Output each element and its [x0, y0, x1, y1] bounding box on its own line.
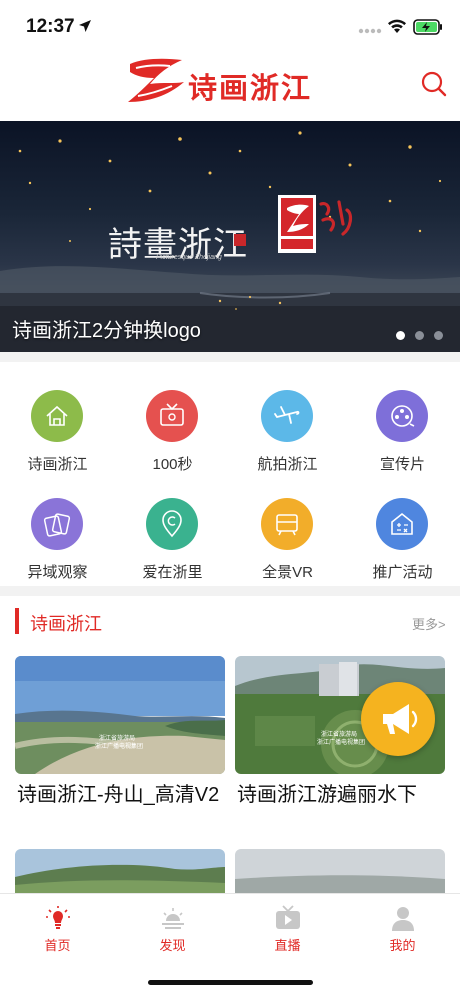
location-pin-icon	[146, 498, 198, 550]
grid-item-love-zhejiang[interactable]: 爱在浙里	[115, 470, 230, 581]
megaphone-icon	[383, 704, 418, 734]
grid-item-promotion[interactable]: 推广活动	[345, 470, 460, 581]
grid-item-overseas[interactable]: 异域观察	[0, 470, 115, 581]
house-icon	[31, 390, 83, 442]
red-seal-icon	[234, 234, 246, 246]
film-reel-icon	[376, 390, 428, 442]
video-thumbnail[interactable]	[15, 849, 225, 893]
signal-dots-icon	[358, 28, 382, 34]
tv-icon	[146, 390, 198, 442]
tab-home[interactable]: 首页	[0, 894, 115, 964]
grid-item-label: 异域观察	[27, 564, 88, 581]
app-title: 诗画浙江	[188, 73, 313, 105]
svg-text:浙江省旅游局: 浙江省旅游局	[321, 730, 357, 738]
zhejiang-tv-logo-icon	[278, 195, 353, 253]
video-card-title: 诗画浙江-舟山_高清V2	[17, 784, 220, 806]
carousel-dot[interactable]	[415, 331, 424, 340]
location-arrow-icon	[79, 20, 91, 32]
video-thumbnail: 浙江省旅游局 浙江广播电视集团	[15, 656, 225, 774]
grid-item-100s[interactable]: 100秒	[115, 362, 230, 473]
broadcast-fab-button[interactable]	[361, 682, 435, 756]
category-grid: 诗画浙江 100秒 航拍浙江 宣传片 异域观察 爱在浙里 全景VR 推广活动	[0, 362, 460, 586]
grid-item-vr[interactable]: 全景VR	[230, 470, 345, 581]
home-indicator[interactable]	[148, 980, 313, 985]
section-header: 诗画浙江 更多>	[0, 598, 460, 646]
grid-item-label: 全景VR	[262, 564, 313, 581]
airplane-icon	[261, 390, 313, 442]
cards-icon	[31, 498, 83, 550]
banner-carousel[interactable]: 詩畫浙江 Picturesque Zhejiang 诗画浙江2分钟换logo	[0, 121, 460, 352]
section-accent-bar	[15, 608, 19, 634]
grid-item-label: 推广活动	[372, 564, 433, 581]
grid-item-shihuazhejiang[interactable]: 诗画浙江	[0, 362, 115, 473]
svg-text:浙江广播电视集团: 浙江广播电视集团	[95, 742, 143, 750]
status-bar: 12:37	[0, 0, 460, 56]
app-logo-icon	[128, 58, 184, 102]
section-title: 诗画浙江	[30, 614, 102, 634]
carousel-dot[interactable]	[434, 331, 443, 340]
grid-item-aerial[interactable]: 航拍浙江	[230, 362, 345, 473]
divider	[0, 352, 460, 362]
battery-charging-icon	[413, 19, 442, 35]
video-thumbnail[interactable]	[235, 849, 445, 893]
tab-label: 我的	[389, 938, 416, 953]
wifi-icon	[388, 19, 406, 33]
grid-item-promo-film[interactable]: 宣传片	[345, 362, 460, 473]
live-tv-icon	[276, 905, 300, 929]
tab-live[interactable]: 直播	[230, 894, 345, 964]
app-header: 诗画浙江	[0, 56, 460, 120]
vr-icon	[261, 498, 313, 550]
banner-caption: 诗画浙江2分钟换logo	[12, 320, 201, 342]
sunrise-icon	[162, 908, 184, 929]
more-link[interactable]: 更多>	[412, 614, 446, 633]
tab-label: 首页	[44, 938, 71, 953]
status-time: 12:37	[26, 16, 75, 37]
tab-label: 直播	[274, 938, 301, 953]
search-icon[interactable]	[416, 66, 452, 102]
svg-text:浙江广播电视集团: 浙江广播电视集团	[317, 738, 365, 746]
grid-item-label: 爱在浙里	[142, 564, 203, 581]
svg-text:浙江省旅游局: 浙江省旅游局	[99, 734, 135, 742]
video-card-title: 诗画浙江游遍丽水下	[237, 784, 417, 806]
home-lamp-icon	[46, 906, 70, 929]
calculator-icon	[376, 498, 428, 550]
user-icon	[392, 907, 414, 931]
tab-discover[interactable]: 发现	[115, 894, 230, 964]
tab-mine[interactable]: 我的	[345, 894, 460, 964]
carousel-indicator[interactable]	[396, 327, 453, 345]
carousel-dot[interactable]	[396, 331, 405, 340]
banner-calligraphy-sub: Picturesque Zhejiang	[156, 254, 222, 261]
tab-label: 发现	[159, 938, 186, 953]
divider	[0, 586, 460, 596]
